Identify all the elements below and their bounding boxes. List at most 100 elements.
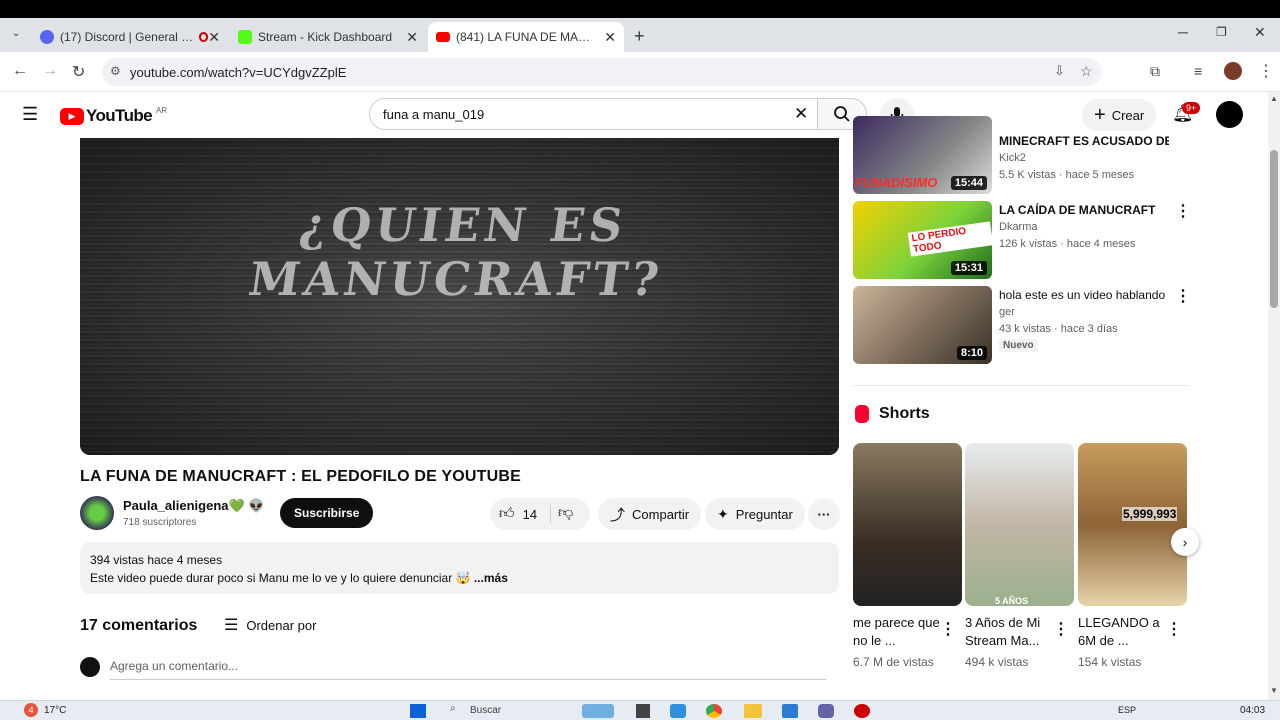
widgets-icon[interactable]	[670, 704, 686, 718]
reload-icon[interactable]: ↻	[72, 62, 85, 82]
more-options-icon[interactable]: ⋮	[940, 619, 956, 639]
windows-start-icon[interactable]	[410, 704, 426, 718]
channel-name[interactable]: Paula_alienigena💚 👽	[123, 498, 264, 514]
thumbs-up-icon: 👍︎	[498, 505, 515, 522]
browser-menu-icon[interactable]: ⋮	[1258, 61, 1274, 81]
recommended-channel: Kick2	[999, 152, 1026, 164]
share-arrow-icon: ⤴	[610, 506, 626, 524]
sparkle-icon: ✦	[717, 505, 729, 522]
scroll-up-icon[interactable]: ▲	[1270, 94, 1278, 103]
shorts-next-button[interactable]: ›	[1171, 528, 1199, 556]
thumbnail-text: FUNADISIMO	[855, 175, 938, 190]
minimize-icon[interactable]: ─	[1178, 24, 1188, 40]
taskbar-search[interactable]: Buscar	[470, 705, 501, 716]
tab-youtube[interactable]: (841) LA FUNA DE MANUCRAFT ✕	[428, 22, 624, 52]
taskbar-search-icon[interactable]: ⌕	[450, 703, 456, 714]
divider	[853, 385, 1188, 386]
tab-title: Stream - Kick Dashboard	[258, 30, 393, 44]
recommended-item[interactable]: LO PERDIO TODO 15:31 LA CAÍDA DE MANUCRA…	[853, 201, 1191, 279]
close-tab-icon[interactable]: ✕	[208, 29, 220, 46]
youtube-header: ☰ ▶ YouTube AR funa a manu_019 ✕ + Crear…	[0, 92, 1268, 138]
recommended-meta: 126 k vistas · hace 4 meses	[999, 238, 1136, 250]
subscribe-button[interactable]: Suscribirse	[280, 498, 374, 528]
teams-icon[interactable]	[818, 704, 834, 718]
hamburger-menu-icon[interactable]: ☰	[22, 104, 38, 125]
bookmark-star-icon[interactable]: ☆	[1080, 63, 1093, 80]
comments-count: 17 comentarios	[80, 617, 198, 634]
task-view-icon[interactable]	[636, 704, 650, 718]
scroll-thumb[interactable]	[1270, 150, 1278, 308]
file-explorer-icon[interactable]	[744, 704, 762, 718]
url-field[interactable]: ⚙ youtube.com/watch?v=UCYdgvZZplE ☆ ⇩	[102, 58, 1102, 86]
description-box[interactable]: 394 vistas hace 4 meses Este video puede…	[80, 542, 839, 594]
weather-badge: 4	[24, 703, 38, 717]
video-thumbnail[interactable]: LO PERDIO TODO 15:31	[853, 201, 992, 279]
language-indicator[interactable]: ESP	[1118, 705, 1136, 715]
youtube-logo[interactable]: ▶ YouTube AR	[60, 106, 167, 126]
install-app-icon[interactable]: ⇩	[1054, 63, 1065, 79]
recommended-item[interactable]: 8:10 hola este es un video hablando ⋮ ge…	[853, 286, 1191, 364]
page-scrollbar[interactable]: ▲ ▼	[1268, 92, 1280, 700]
restore-icon[interactable]: ❐	[1216, 25, 1227, 39]
recommended-item[interactable]: FUNADISIMO 15:44 MINECRAFT ES ACUSADO DE…	[853, 116, 1188, 194]
shorts-header: Shorts	[855, 405, 930, 423]
divider	[550, 505, 551, 523]
account-avatar[interactable]	[1216, 101, 1243, 128]
profile-avatar[interactable]	[1224, 62, 1242, 80]
recording-icon	[198, 32, 209, 42]
like-button[interactable]: 👍︎ 14	[490, 498, 546, 530]
short-thumbnail[interactable]	[853, 443, 962, 606]
store-icon[interactable]	[782, 704, 798, 718]
channel-avatar[interactable]	[80, 496, 114, 530]
video-thumbnail[interactable]: FUNADISIMO 15:44	[853, 116, 992, 194]
logo-text: YouTube	[86, 106, 153, 125]
more-options-icon[interactable]: ⋮	[1166, 619, 1182, 639]
short-title: me parece que no le ...	[853, 615, 940, 648]
short-views: 6.7 M de vistas	[853, 655, 934, 669]
window-close-icon[interactable]: ✕	[1254, 24, 1266, 41]
recommended-meta: 5.5 K vistas · hace 5 meses	[999, 169, 1135, 181]
comment-input[interactable]: Agrega un comentario...	[110, 659, 826, 680]
create-button[interactable]: + Crear	[1082, 99, 1157, 131]
view-count-date: 394 vistas hace 4 meses	[90, 553, 223, 567]
tab-kick[interactable]: Stream - Kick Dashboard ✕	[230, 22, 426, 52]
sort-button[interactable]: ☰ Ordenar por	[224, 615, 316, 635]
video-title: LA FUNA DE MANUCRAFT : EL PEDOFILO DE YO…	[80, 468, 521, 485]
more-options-icon[interactable]: ⋮	[1175, 286, 1191, 306]
ask-label: Preguntar	[735, 506, 793, 522]
close-tab-icon[interactable]: ✕	[406, 29, 418, 46]
share-button[interactable]: ⤴ Compartir	[598, 498, 702, 530]
short-thumbnail[interactable]: 5,999,993	[1078, 443, 1187, 606]
video-player[interactable]: ¿QUIEN ES MANUCRAFT?	[80, 138, 839, 455]
clock[interactable]: 04:03	[1240, 705, 1265, 716]
thumbs-down-icon[interactable]: 👎︎	[558, 504, 573, 522]
more-options-icon[interactable]: ⋮	[1053, 619, 1069, 639]
site-info-icon[interactable]: ⚙	[110, 64, 121, 78]
recommended-channel: Dkarma	[999, 221, 1038, 233]
weather-temp[interactable]: 17°C	[44, 705, 66, 716]
video-thumbnail[interactable]: 8:10	[853, 286, 992, 364]
search-input[interactable]: funa a manu_019 ✕	[369, 98, 817, 130]
video-frame-text: ¿QUIEN ES MANUCRAFT?	[245, 198, 667, 306]
video-duration: 8:10	[956, 346, 987, 360]
more-options-icon[interactable]: ⋮	[1175, 201, 1191, 221]
show-more-link[interactable]: ...más	[474, 571, 508, 585]
app-icon[interactable]	[854, 704, 870, 718]
clear-search-icon[interactable]: ✕	[794, 104, 808, 124]
ask-button[interactable]: ✦ Preguntar	[705, 498, 805, 530]
short-thumbnail[interactable]: 5 AÑOS	[965, 443, 1074, 606]
media-control-icon[interactable]: ≡	[1194, 63, 1202, 79]
like-count: 14	[522, 506, 538, 522]
new-tab-button[interactable]: +	[634, 26, 645, 47]
tab-discord[interactable]: (17) Discord | General | Mak ✕	[32, 22, 228, 52]
region-code: AR	[156, 105, 168, 115]
close-tab-icon[interactable]: ✕	[604, 29, 616, 46]
search-value: funa a manu_019	[383, 106, 485, 122]
back-icon[interactable]: ←	[12, 62, 28, 80]
tab-search-icon[interactable]: ⌄	[12, 28, 20, 39]
more-actions-button[interactable]: ···	[808, 498, 840, 530]
forward-icon[interactable]: →	[42, 62, 58, 80]
chrome-icon[interactable]	[706, 704, 722, 718]
scroll-down-icon[interactable]: ▼	[1270, 686, 1278, 695]
extensions-icon[interactable]: ⧉	[1150, 63, 1160, 80]
